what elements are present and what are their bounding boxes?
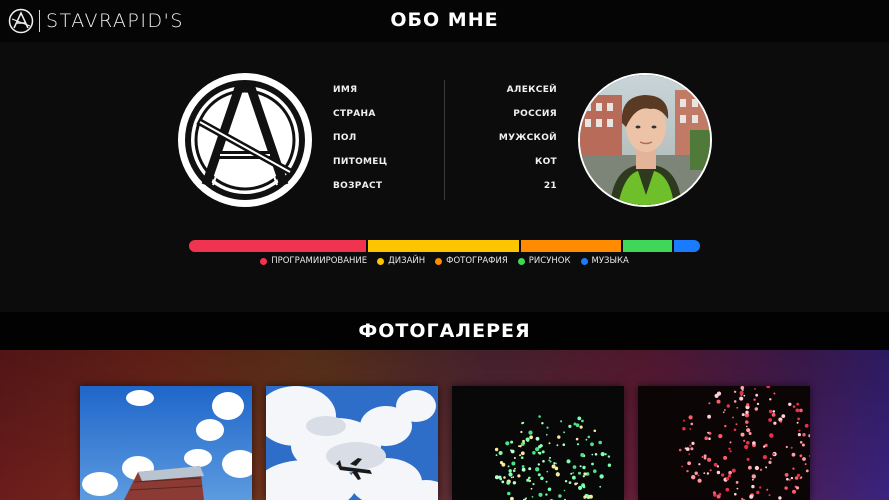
legend-item: ФОТОГРАФИЯ <box>435 256 508 266</box>
about-section-title: ОБО МНЕ <box>390 9 499 31</box>
skills-bar <box>189 240 700 252</box>
skills-bar-segment <box>521 240 624 252</box>
legend-label: ПРОГРАМИИРОВАНИЕ <box>271 256 368 266</box>
legend-label: РИСУНОК <box>528 256 571 266</box>
gallery-section-title: ФОТОГАЛЕРЕЯ <box>358 320 531 342</box>
profile-value-gender: МУЖСКОЙ <box>498 133 557 143</box>
legend-dot <box>260 257 268 265</box>
profile-label-country: СТРАНА <box>333 109 376 119</box>
profile-value-pet: КОТ <box>534 157 557 167</box>
building-sky-photo[interactable] <box>80 386 252 500</box>
profile-labels: ИМЯ СТРАНА ПОЛ ПИТОМЕЦ ВОЗРАСТ <box>333 84 387 204</box>
anarchy-a-icon <box>178 73 312 207</box>
green-fireworks-photo[interactable] <box>452 386 624 500</box>
legend-label: ДИЗАЙН <box>388 256 426 266</box>
profile-label-pet: ПИТОМЕЦ <box>333 157 388 167</box>
profile-value-country: РОССИЯ <box>513 109 557 119</box>
legend-dot <box>580 257 588 265</box>
profile-label-gender: ПОЛ <box>333 133 357 143</box>
legend-item: ДИЗАЙН <box>377 256 425 266</box>
skills-bar-segment <box>189 240 368 252</box>
legend-item: ПРОГРАМИИРОВАНИЕ <box>260 256 367 266</box>
portrait-photo <box>578 73 712 207</box>
profile-values: АЛЕКСЕЙ РОССИЯ МУЖСКОЙ КОТ 21 <box>460 84 557 204</box>
profile-value-name: АЛЕКСЕЙ <box>506 85 557 95</box>
skills-bar-segment <box>367 240 522 252</box>
skills-bar-segment <box>674 240 700 252</box>
profile-value-age: 21 <box>543 181 557 191</box>
legend-label: ФОТОГРАФИЯ <box>446 256 508 266</box>
skills-legend: ПРОГРАМИИРОВАНИЕ ДИЗАЙН ФОТОГРАФИЯ РИСУНОК М… <box>0 256 889 266</box>
red-fireworks-photo[interactable] <box>638 386 810 500</box>
about-section: ИМЯ СТРАНА ПОЛ ПИТОМЕЦ ВОЗРАСТ АЛЕКСЕЙ Р… <box>0 42 889 312</box>
profile-label-age: ВОЗРАСТ <box>333 181 383 191</box>
profile-divider <box>444 80 445 200</box>
legend-item: РИСУНОК <box>517 256 571 266</box>
skills-bar-segment <box>623 240 675 252</box>
profile-label-name: ИМЯ <box>333 85 358 95</box>
legend-dot <box>377 257 385 265</box>
legend-dot <box>435 257 443 265</box>
legend-dot <box>517 257 525 265</box>
legend-item: МУЗЫКА <box>580 256 629 266</box>
legend-label: МУЗЫКА <box>591 256 629 266</box>
airplane-clouds-photo[interactable] <box>266 386 438 500</box>
